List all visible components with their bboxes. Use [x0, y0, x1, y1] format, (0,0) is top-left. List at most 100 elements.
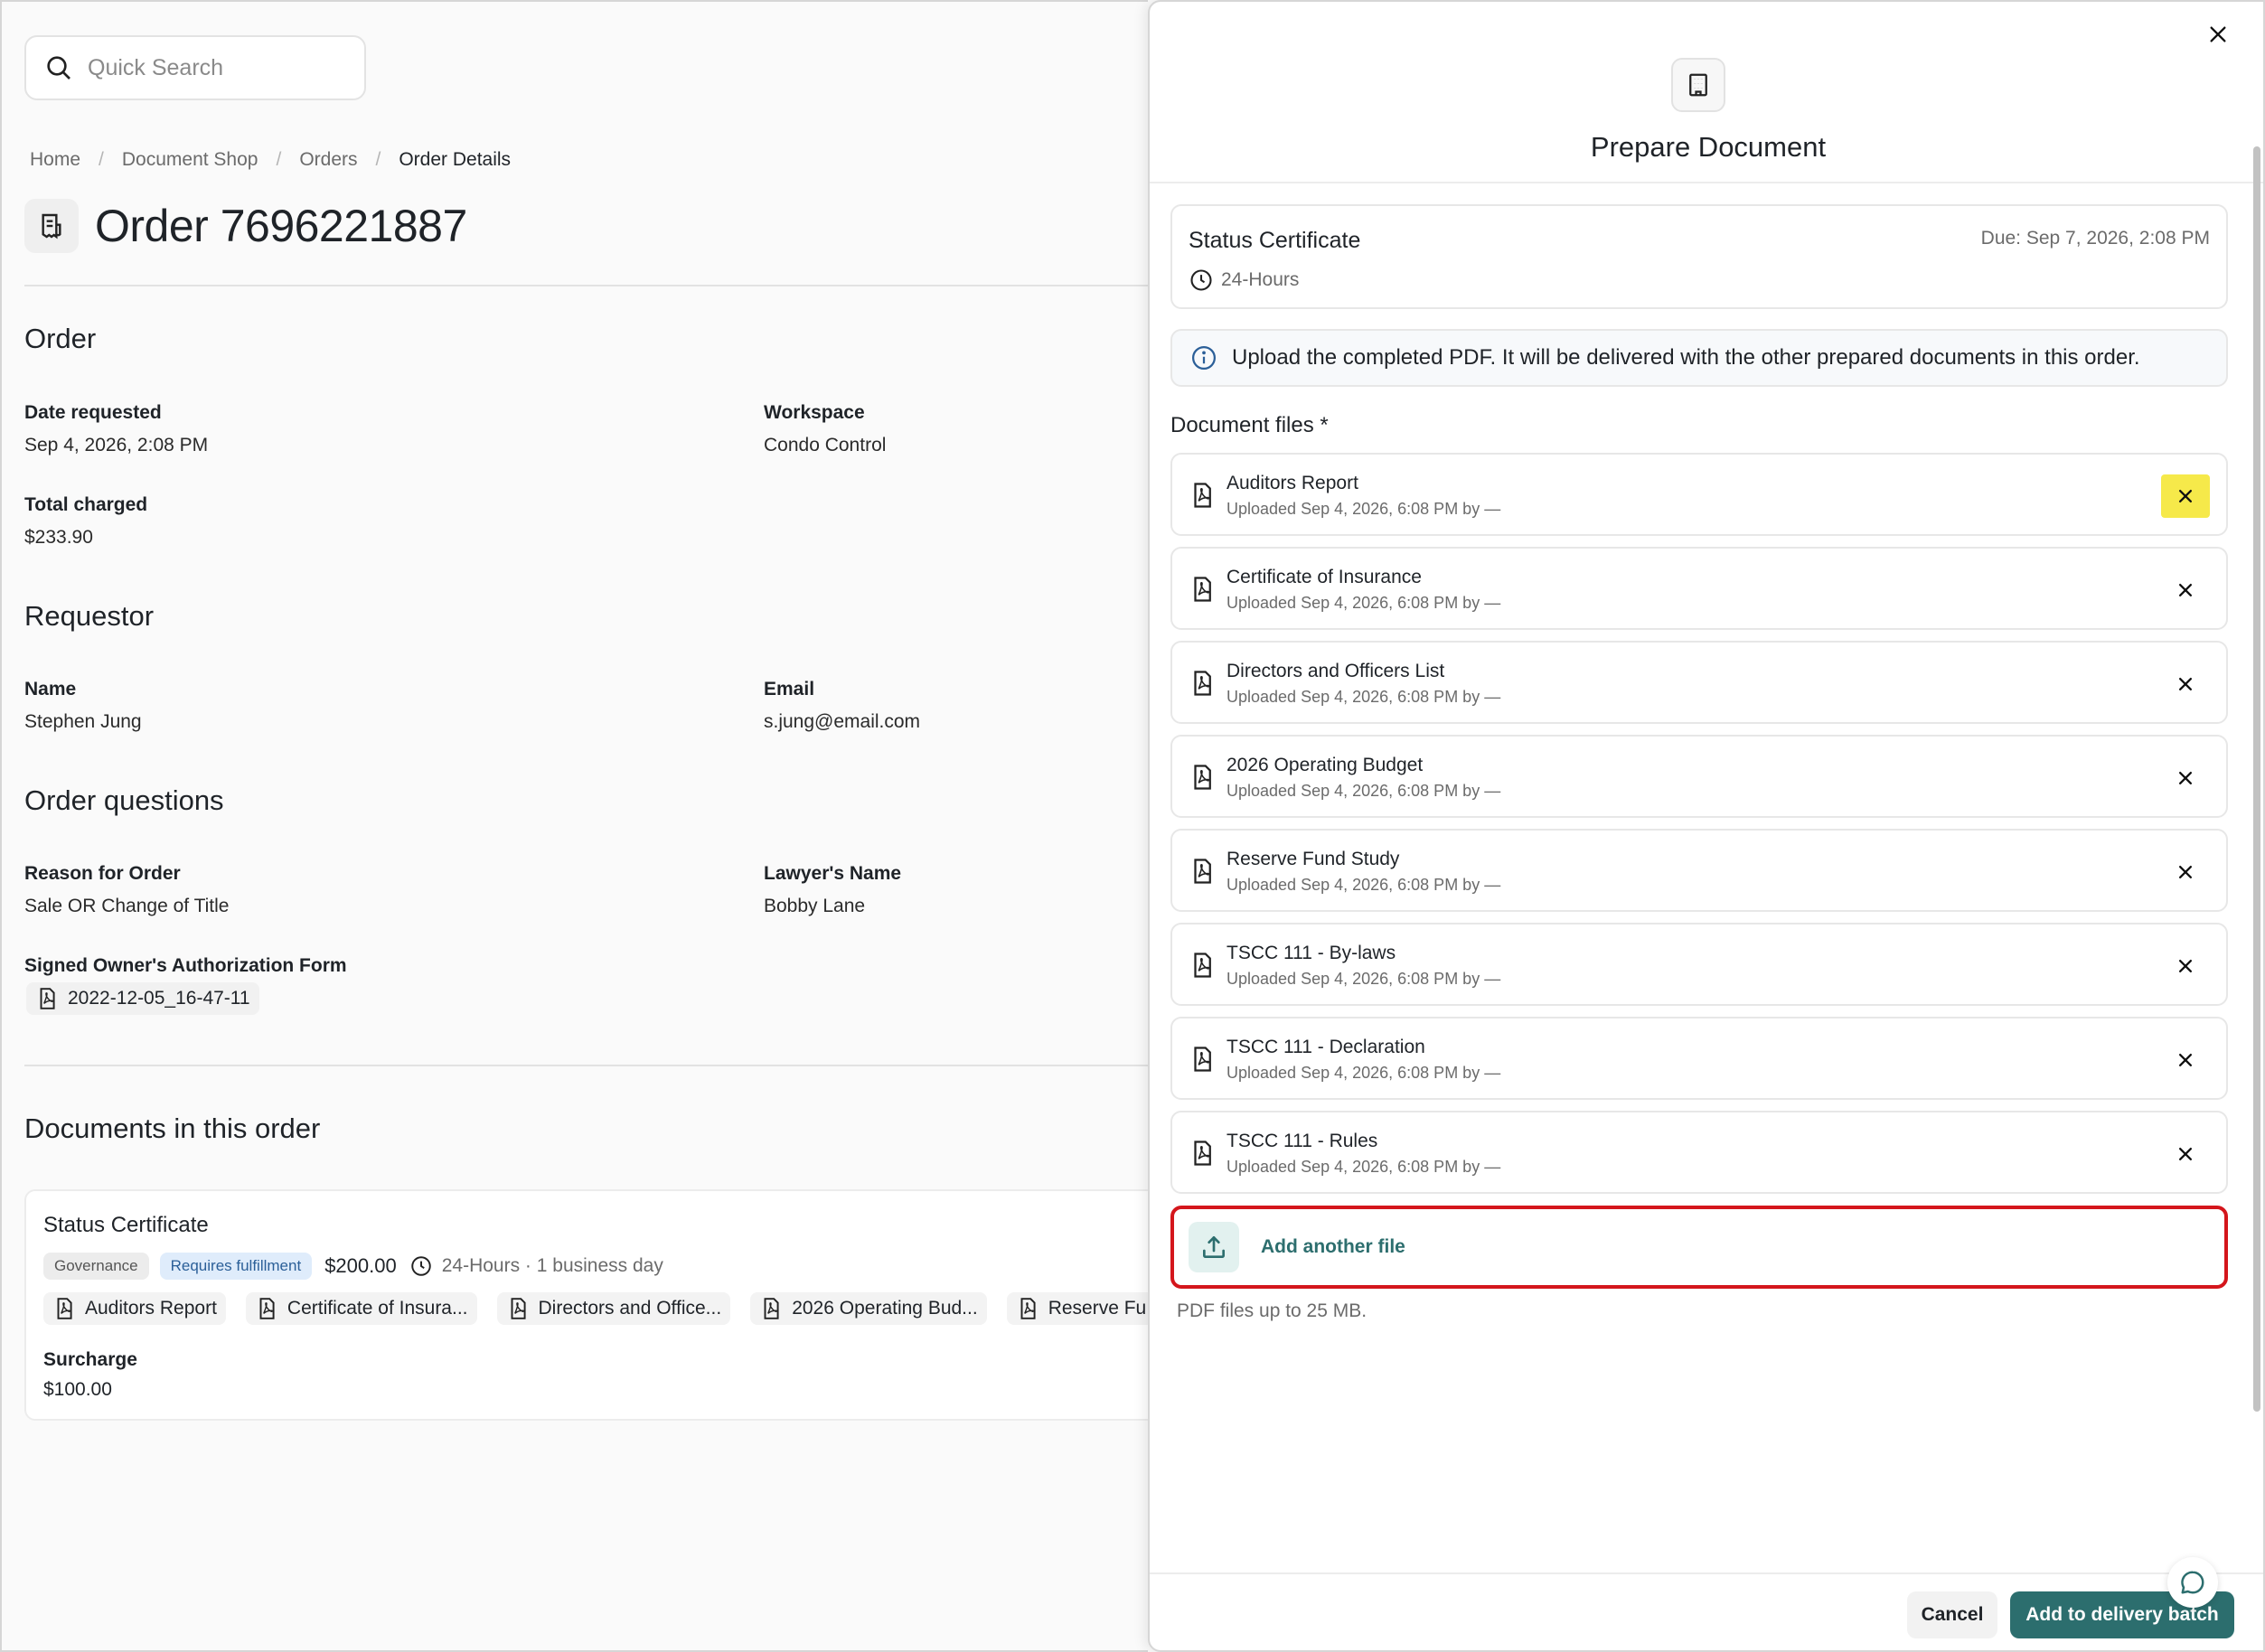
document-card-tags: Governance Requires fulfillment $200.00 …: [43, 1253, 663, 1280]
file-name: TSCC 111 - Rules: [1226, 1131, 1378, 1151]
file-chip[interactable]: Auditors Report: [43, 1292, 226, 1325]
quick-search[interactable]: [24, 35, 366, 100]
close-icon: [2210, 26, 2226, 42]
remove-file-button[interactable]: [2161, 568, 2210, 612]
document-card[interactable]: Status Certificate Governance Requires f…: [24, 1189, 1163, 1421]
order-heading: Order: [24, 323, 97, 354]
remove-file-button[interactable]: [2161, 850, 2210, 894]
close-icon: [2179, 678, 2192, 690]
auth-form-file-chip[interactable]: 2022-12-05_16-47-11: [26, 982, 259, 1015]
file-chip[interactable]: Certificate of Insura...: [245, 1292, 477, 1325]
pdf-file-icon: [764, 1298, 779, 1319]
file-row: Certificate of Insurance Uploaded Sep 4,…: [1170, 547, 2228, 630]
notice-text: Upload the completed PDF. It will be del…: [1232, 345, 2140, 370]
file-meta: Uploaded Sep 4, 2026, 6:08 PM by —: [1226, 594, 1501, 612]
file-meta: Uploaded Sep 4, 2026, 6:08 PM by —: [1226, 500, 1501, 518]
document-card-title: Status Certificate: [43, 1213, 209, 1237]
surcharge-label: Surcharge: [43, 1349, 137, 1370]
file-chip-label: Certificate of Insura...: [287, 1298, 468, 1319]
add-another-file-label: Add another file: [1261, 1236, 1405, 1257]
workspace-label: Workspace: [764, 402, 865, 423]
document-files-label: Document files *: [1170, 413, 1329, 437]
due-date: Due: Sep 7, 2026, 2:08 PM: [1980, 228, 2210, 249]
divider: [1150, 1572, 2263, 1574]
file-row: TSCC 111 - Declaration Uploaded Sep 4, 2…: [1170, 1017, 2228, 1100]
file-meta: Uploaded Sep 4, 2026, 6:08 PM by —: [1226, 782, 1501, 800]
chat-icon: [2181, 1571, 2204, 1594]
panel-title: Prepare Document: [1590, 131, 1827, 163]
building-icon: [1671, 58, 1725, 112]
close-icon: [2179, 584, 2192, 596]
reason-value: Sale OR Change of Title: [24, 896, 230, 916]
remove-file-button[interactable]: [2161, 944, 2210, 988]
file-chip-label: Auditors Report: [85, 1298, 217, 1319]
tag-requires-fulfillment: Requires fulfillment: [159, 1253, 313, 1280]
pdf-file-icon: [259, 1298, 275, 1319]
info-icon: [1192, 346, 1216, 370]
documents-heading: Documents in this order: [24, 1112, 321, 1144]
tag-governance: Governance: [43, 1253, 149, 1280]
requestor-heading: Requestor: [24, 600, 155, 632]
pdf-file-icon: [1194, 953, 1211, 978]
file-name: Certificate of Insurance: [1226, 567, 1422, 587]
add-another-file-button[interactable]: Add another file: [1170, 1206, 2228, 1289]
file-meta: Uploaded Sep 4, 2026, 6:08 PM by —: [1226, 1158, 1501, 1176]
remove-file-button[interactable]: [2161, 1132, 2210, 1176]
document-turnaround: 24-Hours · 1 business day: [441, 1255, 663, 1276]
document-file-chips: Auditors Report Certificate of Insura...…: [43, 1292, 1175, 1325]
file-name: 2026 Operating Budget: [1226, 755, 1424, 775]
close-icon: [2179, 772, 2192, 784]
remove-file-button[interactable]: [2161, 474, 2210, 518]
file-name: Directors and Officers List: [1226, 661, 1445, 681]
file-chip[interactable]: Directors and Office...: [496, 1292, 731, 1325]
pdf-file-icon: [511, 1298, 526, 1319]
file-meta: Uploaded Sep 4, 2026, 6:08 PM by —: [1226, 1064, 1501, 1082]
date-requested-label: Date requested: [24, 402, 162, 423]
divider: [24, 1065, 1150, 1066]
page-header: Order 7696221887: [24, 199, 467, 253]
pdf-file-icon: [1020, 1298, 1036, 1319]
email-label: Email: [764, 679, 815, 699]
breadcrumb-separator: /: [375, 149, 381, 170]
chat-launcher-button[interactable]: [2167, 1557, 2218, 1608]
breadcrumb-home[interactable]: Home: [30, 149, 80, 171]
auth-form-label: Signed Owner's Authorization Form: [24, 955, 347, 976]
total-charged-value: $233.90: [24, 527, 93, 548]
clock-icon: [410, 1256, 431, 1276]
close-icon: [2179, 490, 2192, 502]
pdf-file-icon: [1194, 577, 1211, 602]
document-name: Status Certificate: [1189, 228, 1361, 253]
pdf-file-icon: [40, 988, 55, 1009]
prepare-document-panel: Prepare Document Status Certificate Due:…: [1148, 0, 2265, 1652]
breadcrumb-document-shop[interactable]: Document Shop: [122, 149, 258, 171]
pdf-file-icon: [1194, 1047, 1211, 1072]
remove-file-button[interactable]: [2161, 1038, 2210, 1082]
file-row: 2026 Operating Budget Uploaded Sep 4, 20…: [1170, 735, 2228, 818]
search-input[interactable]: [88, 54, 359, 81]
panel-scrollbar[interactable]: [2253, 146, 2260, 1412]
cancel-button[interactable]: Cancel: [1907, 1591, 1997, 1638]
order-details-page: Home / Document Shop / Orders / Order De…: [0, 0, 1163, 1652]
reason-label: Reason for Order: [24, 863, 181, 884]
file-row: TSCC 111 - By-laws Uploaded Sep 4, 2026,…: [1170, 923, 2228, 1006]
file-meta: Uploaded Sep 4, 2026, 6:08 PM by —: [1226, 688, 1501, 706]
file-chip-label: 2026 Operating Bud...: [792, 1298, 978, 1319]
remove-file-button[interactable]: [2161, 756, 2210, 800]
remove-file-button[interactable]: [2161, 662, 2210, 706]
lawyer-label: Lawyer's Name: [764, 863, 902, 884]
pdf-file-icon: [57, 1298, 72, 1319]
divider: [1150, 182, 2263, 183]
clock-icon: [1190, 269, 1212, 291]
document-price: $200.00: [324, 1254, 397, 1277]
breadcrumb-orders[interactable]: Orders: [299, 149, 357, 171]
close-panel-button[interactable]: [2200, 16, 2236, 52]
file-row: Reserve Fund Study Uploaded Sep 4, 2026,…: [1170, 829, 2228, 912]
name-label: Name: [24, 679, 77, 699]
file-chip[interactable]: Reserve Fu: [1006, 1292, 1156, 1325]
file-chip[interactable]: 2026 Operating Bud...: [750, 1292, 987, 1325]
breadcrumb-separator: /: [99, 149, 104, 170]
file-chip-label: Reserve Fu: [1048, 1298, 1147, 1319]
name-value: Stephen Jung: [24, 711, 142, 732]
pdf-file-icon: [1194, 483, 1211, 508]
document-summary-card: Status Certificate Due: Sep 7, 2026, 2:0…: [1170, 204, 2228, 309]
